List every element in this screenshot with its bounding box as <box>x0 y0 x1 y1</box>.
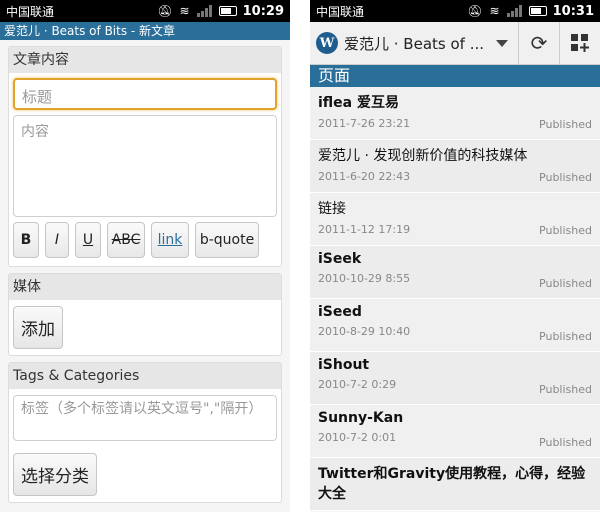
mute-icon: 🔕︎ <box>157 4 173 18</box>
page-title: iSeek <box>318 251 362 267</box>
wifi-icon: ≋ <box>179 4 190 18</box>
refresh-icon[interactable]: ⟳ <box>518 22 559 64</box>
page-title: iflea 爱互易 <box>318 95 399 111</box>
status-badge: Published <box>539 277 592 290</box>
clock: 10:29 <box>242 3 284 19</box>
status-badge: Published <box>539 330 592 343</box>
section-header: 文章内容 <box>9 47 281 73</box>
status-badge: Published <box>539 118 592 131</box>
page-title: iShout <box>318 357 370 373</box>
list-item[interactable]: iflea 爱互易 2011-7-26 23:21 Published <box>310 87 600 140</box>
status-badge: Published <box>539 171 592 184</box>
status-badge: Published <box>539 436 592 449</box>
status-bar: 中国联通 🔕︎ ≋ 10:31 <box>310 0 600 22</box>
list-item[interactable]: iSeek 2010-10-29 8:55 Published <box>310 246 600 299</box>
list-item[interactable]: 链接 2011-1-12 17:19 Published <box>310 193 600 246</box>
tags-section: Tags & Categories 标签（多个标签请以英文逗号","隔开） 选择… <box>8 362 282 503</box>
page-list: iflea 爱互易 2011-7-26 23:21 Published 爱范儿 · 发… <box>310 87 600 511</box>
dropdown-arrow-icon[interactable] <box>496 39 508 47</box>
window-title: 爱范儿 · Beats of Bits - 新文章 <box>0 22 290 40</box>
add-post-icon[interactable] <box>559 22 600 64</box>
tags-input[interactable]: 标签（多个标签请以英文逗号","隔开） <box>13 395 277 441</box>
page-title: Twitter和Gravity使用教程，心得，经验大全 <box>318 466 586 502</box>
signal-icon <box>196 5 212 17</box>
status-badge: Published <box>539 383 592 396</box>
content-section: 文章内容 标题 内容 B I U ABC link b-quote <box>8 46 282 267</box>
wifi-icon: ≋ <box>489 4 500 18</box>
strikethrough-button[interactable]: ABC <box>107 222 145 258</box>
bold-button[interactable]: B <box>13 222 39 258</box>
blockquote-button[interactable]: b-quote <box>195 222 259 258</box>
link-button[interactable]: link <box>151 222 189 258</box>
section-header: 媒体 <box>9 274 281 300</box>
section-header: Tags & Categories <box>9 363 281 389</box>
wordpress-logo-icon: W <box>316 32 338 54</box>
status-bar: 中国联通 🔕︎ ≋ 10:29 <box>0 0 290 22</box>
list-item[interactable]: 爱范儿 · 发现创新价值的科技媒体 2011-6-20 22:43 Publishe… <box>310 140 600 193</box>
carrier-label: 中国联通 <box>316 4 365 19</box>
title-input[interactable]: 标题 <box>13 78 277 110</box>
right-screen: 中国联通 🔕︎ ≋ 10:31 W 爱范儿 · Beats of ... ⟳ 页… <box>310 0 600 512</box>
media-section: 媒体 添加 <box>8 273 282 356</box>
format-toolbar: B I U ABC link b-quote <box>13 222 277 258</box>
list-item[interactable]: Twitter和Gravity使用教程，心得，经验大全 <box>310 458 600 511</box>
mute-icon: 🔕︎ <box>467 4 483 18</box>
signal-icon <box>506 5 522 17</box>
section-header: 页面 <box>310 65 600 87</box>
list-item[interactable]: iShout 2010-7-2 0:29 Published <box>310 352 600 405</box>
page-title: Sunny-Kan <box>318 410 404 426</box>
underline-button[interactable]: U <box>75 222 101 258</box>
list-item[interactable]: iSeed 2010-8-29 10:40 Published <box>310 299 600 352</box>
battery-icon <box>218 6 237 16</box>
site-selector[interactable]: 爱范儿 · Beats of ... <box>344 33 496 54</box>
list-item[interactable]: Sunny-Kan 2010-7-2 0:01 Published <box>310 405 600 458</box>
clock: 10:31 <box>552 3 594 19</box>
left-screen: 中国联通 🔕︎ ≋ 10:29 爱范儿 · Beats of Bits - 新文… <box>0 0 290 512</box>
app-bar: W 爱范儿 · Beats of ... ⟳ <box>310 22 600 65</box>
italic-button[interactable]: I <box>45 222 69 258</box>
status-badge: Published <box>539 224 592 237</box>
page-title: iSeed <box>318 304 362 320</box>
carrier-label: 中国联通 <box>6 4 55 19</box>
battery-icon <box>528 6 547 16</box>
choose-category-button[interactable]: 选择分类 <box>13 453 97 496</box>
page-title: 爱范儿 · 发现创新价值的科技媒体 <box>318 148 528 164</box>
add-media-button[interactable]: 添加 <box>13 306 63 349</box>
page-title: 链接 <box>318 201 346 217</box>
content-textarea[interactable]: 内容 <box>13 115 277 217</box>
